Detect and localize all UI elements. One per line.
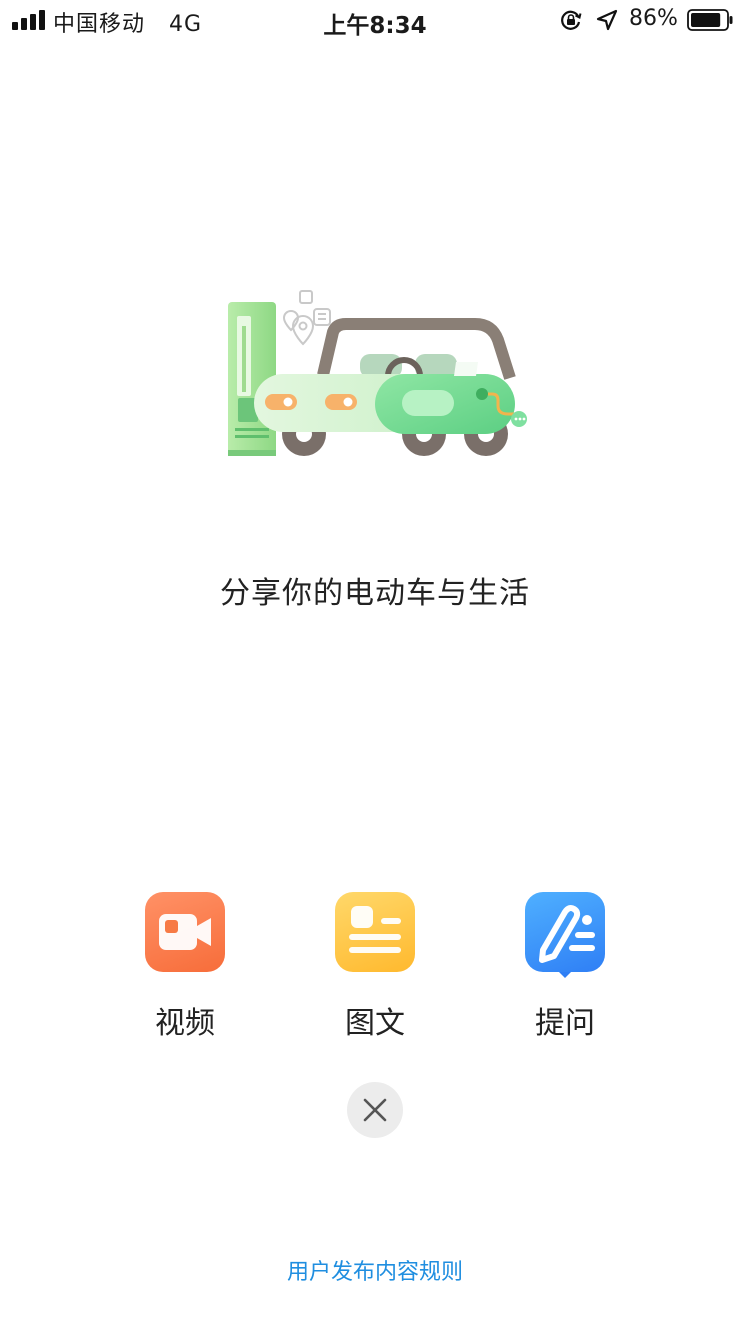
page-headline: 分享你的电动车与生活 bbox=[220, 576, 530, 611]
location-pins bbox=[282, 290, 331, 346]
close-button[interactable] bbox=[347, 1082, 403, 1138]
video-camera-icon bbox=[145, 892, 225, 972]
battery-percent: 86% bbox=[629, 6, 678, 31]
article-icon bbox=[335, 892, 415, 972]
ask-question-label: 提问 bbox=[535, 1006, 595, 1041]
post-article-label: 图文 bbox=[345, 1006, 405, 1041]
orientation-lock-icon bbox=[561, 10, 582, 30]
close-icon bbox=[363, 1098, 387, 1122]
location-arrow-icon bbox=[596, 9, 618, 31]
post-video-button[interactable]: 视频 bbox=[125, 892, 245, 1042]
electric-car-charging-illustration bbox=[228, 290, 527, 456]
post-video-label: 视频 bbox=[155, 1006, 215, 1041]
content-rules-link[interactable]: 用户发布内容规则 bbox=[0, 1254, 750, 1286]
question-edit-icon bbox=[525, 892, 605, 978]
post-article-button[interactable]: 图文 bbox=[315, 892, 435, 1042]
ask-question-button[interactable]: 提问 bbox=[505, 892, 625, 1042]
status-bar: 中国移动 4G 上午8:34 86% bbox=[0, 0, 750, 40]
battery-icon bbox=[687, 9, 733, 31]
